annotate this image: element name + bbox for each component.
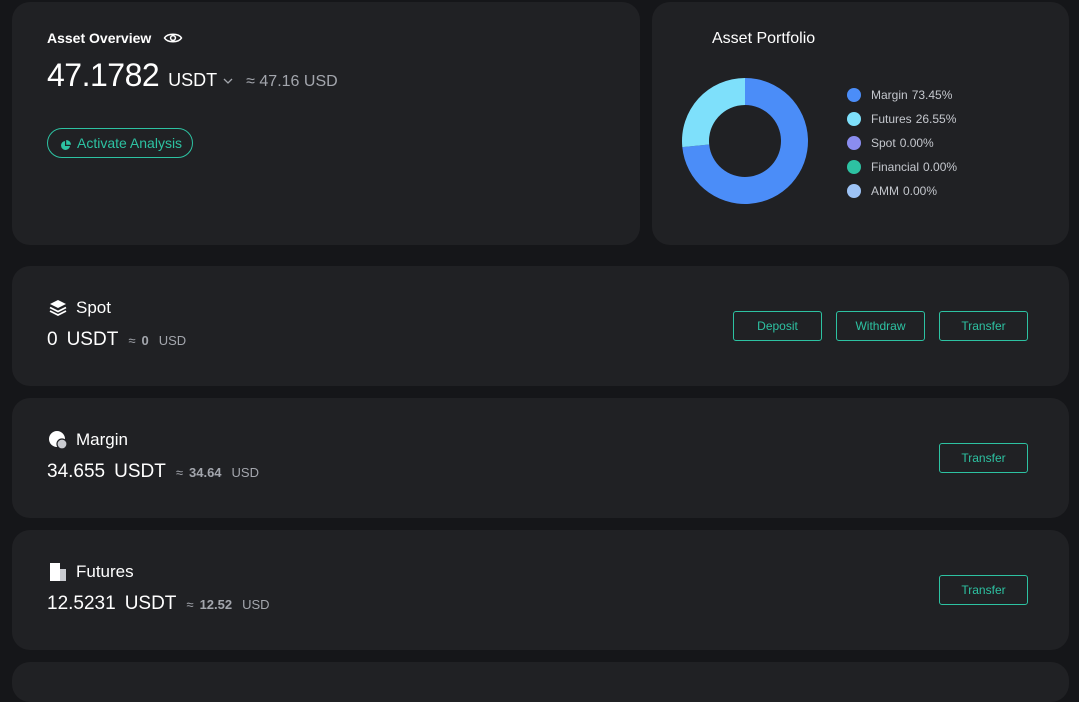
futures-transfer-button[interactable]: Transfer <box>939 575 1028 605</box>
approx-symbol: ≈ <box>175 465 183 480</box>
donut-slice-futures <box>682 78 745 148</box>
overview-title-row: Asset Overview <box>47 30 183 46</box>
legend-pct: 0.00% <box>923 160 958 174</box>
margin-name-row: Margin <box>48 430 128 450</box>
legend-name: Margin <box>871 88 908 102</box>
approx-symbol: ≈ <box>186 597 194 612</box>
legend-pct: 0.00% <box>899 136 934 150</box>
legend-pct: 26.55% <box>915 112 957 126</box>
futures-value-row: 12.5231 USDT ≈ 12.52 USD <box>47 593 270 615</box>
legend-pct: 0.00% <box>903 184 938 198</box>
margin-account-card: Margin 34.655 USDT ≈ 34.64 USD Transfer <box>12 398 1069 518</box>
futures-balance: 12.5231 <box>47 593 116 614</box>
eye-icon[interactable] <box>163 31 183 45</box>
margin-balance: 34.655 <box>47 461 106 482</box>
futures-title: Futures <box>76 562 134 581</box>
legend-item-amm: AMM 0.00% <box>847 179 957 203</box>
margin-icon <box>48 430 68 450</box>
spot-value-row: 0 USDT ≈ 0 USD <box>47 329 186 351</box>
legend-name: Spot <box>871 136 896 150</box>
spot-title: Spot <box>76 298 111 317</box>
spot-usd-value: 0 <box>141 333 149 348</box>
futures-usd-unit: USD <box>242 597 270 612</box>
futures-actions: Transfer <box>939 575 1028 605</box>
spot-unit: USDT <box>66 329 119 350</box>
currency-selector[interactable]: USDT <box>168 70 234 91</box>
next-account-card <box>12 662 1069 702</box>
legend-dot <box>847 88 861 102</box>
spot-account-card: Spot 0 USDT ≈ 0 USD Deposit Withdraw Tra… <box>12 266 1069 386</box>
portfolio-donut-chart <box>682 78 808 204</box>
spot-transfer-button[interactable]: Transfer <box>939 311 1028 341</box>
withdraw-button[interactable]: Withdraw <box>836 311 925 341</box>
margin-unit: USDT <box>114 461 166 482</box>
spot-name-row: Spot <box>48 298 111 318</box>
legend-name: Futures <box>871 112 912 126</box>
pie-chart-icon <box>60 138 71 150</box>
futures-usd-value: 12.52 <box>199 597 233 612</box>
portfolio-title: Asset Portfolio <box>712 30 816 47</box>
total-balance: 47.1782 <box>47 57 160 93</box>
deposit-button[interactable]: Deposit <box>733 311 822 341</box>
approx-symbol: ≈ <box>128 333 136 348</box>
spot-usd-unit: USD <box>158 333 187 348</box>
approx-usd-value: ≈ 47.16 USD <box>246 73 338 90</box>
overview-amount-row: 47.1782 USDT ≈ 47.16 USD <box>47 57 338 94</box>
spot-balance: 0 <box>47 329 58 350</box>
asset-portfolio-card: Asset Portfolio Margin 73.45% Futures 26.5… <box>652 2 1069 245</box>
legend-dot <box>847 184 861 198</box>
legend-dot <box>847 160 861 174</box>
legend-dot <box>847 112 861 126</box>
building-icon <box>48 562 68 582</box>
margin-actions: Transfer <box>939 443 1028 473</box>
layers-icon <box>48 298 68 318</box>
legend-item-spot: Spot 0.00% <box>847 131 957 155</box>
activate-analysis-button[interactable]: Activate Analysis <box>47 128 194 158</box>
legend-dot <box>847 136 861 150</box>
margin-usd-unit: USD <box>231 465 259 480</box>
spot-actions: Deposit Withdraw Transfer <box>733 311 1028 341</box>
portfolio-legend: Margin 73.45% Futures 26.55% Spot 0.00% Fin… <box>847 83 957 203</box>
legend-name: Financial <box>871 160 920 174</box>
margin-transfer-button[interactable]: Transfer <box>939 443 1028 473</box>
asset-overview-card: Asset Overview 47.1782 USDT ≈ 47.16 USD … <box>12 2 640 245</box>
margin-value-row: 34.655 USDT ≈ 34.64 USD <box>47 461 259 483</box>
futures-unit: USDT <box>124 593 177 614</box>
activate-analysis-label: Activate Analysis <box>77 135 183 151</box>
legend-item-futures: Futures 26.55% <box>847 107 957 131</box>
futures-account-card: Futures 12.5231 USDT ≈ 12.52 USD Transfe… <box>12 530 1069 650</box>
currency-label: USDT <box>168 70 218 90</box>
legend-item-financial: Financial 0.00% <box>847 155 957 179</box>
futures-name-row: Futures <box>48 562 134 582</box>
legend-pct: 73.45% <box>911 88 953 102</box>
overview-title: Asset Overview <box>47 30 152 46</box>
chevron-down-icon[interactable] <box>222 70 234 84</box>
margin-usd-value: 34.64 <box>189 465 222 480</box>
legend-item-margin: Margin 73.45% <box>847 83 957 107</box>
legend-name: AMM <box>871 184 899 198</box>
margin-title: Margin <box>76 430 128 449</box>
